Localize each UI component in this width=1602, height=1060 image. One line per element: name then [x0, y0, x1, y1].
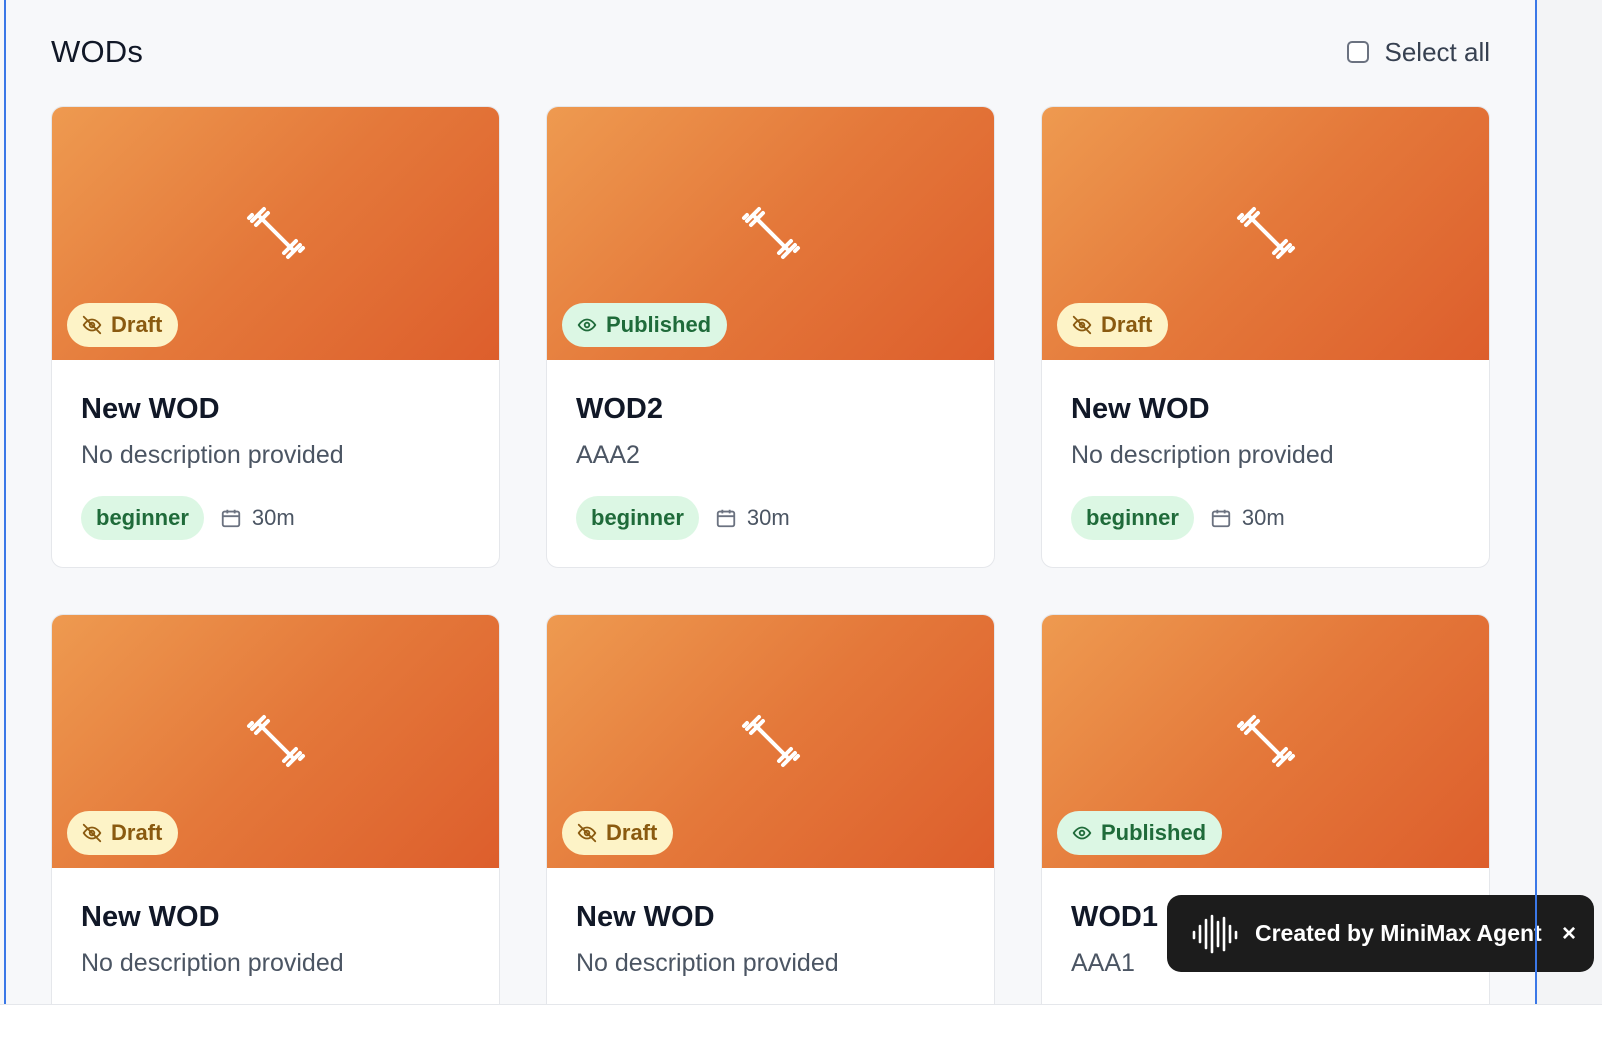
card-description: No description provided — [1071, 441, 1334, 469]
wod-card[interactable]: Draft New WOD No description provided be… — [1041, 106, 1490, 568]
bottom-bar — [0, 1004, 1602, 1060]
status-label: Draft — [1101, 312, 1153, 337]
status-badge: Published — [562, 303, 728, 347]
dumbbell-icon — [1236, 207, 1295, 259]
duration: 30m — [1210, 505, 1285, 531]
wod-grid: Draft New WOD No description provided be… — [51, 106, 1490, 1004]
card-title: WOD2 — [576, 393, 663, 425]
dumbbell-icon — [741, 207, 800, 259]
status-label: Draft — [111, 312, 163, 337]
card-title: New WOD — [1071, 393, 1210, 425]
status-badge: Draft — [67, 811, 179, 855]
dumbbell-icon — [246, 207, 305, 259]
card-hero: Draft — [1042, 107, 1489, 360]
card-description: No description provided — [81, 441, 344, 469]
frame-border-left — [4, 0, 6, 1004]
card-body: WOD2 AAA2 beginner 30m — [547, 360, 994, 540]
status-badge: Published — [1057, 811, 1223, 855]
status-badge: Draft — [67, 303, 179, 347]
select-all-label: Select all — [1384, 36, 1491, 67]
select-all-control[interactable]: Select all — [1346, 36, 1491, 68]
soundwave-icon — [1192, 914, 1238, 953]
eye-off-icon — [1071, 314, 1093, 336]
minimax-toast[interactable]: Created by MiniMax Agent × — [1167, 895, 1594, 972]
status-badge: Draft — [562, 811, 674, 855]
eye-off-icon — [576, 822, 598, 844]
card-meta: beginner 30m — [81, 496, 470, 540]
status-label: Published — [606, 312, 712, 337]
right-gutter — [1537, 0, 1602, 1004]
card-body: New WOD No description provided beginner… — [547, 868, 994, 1004]
card-hero: Draft — [52, 107, 499, 360]
duration: 30m — [220, 505, 295, 531]
status-label: Draft — [111, 820, 163, 845]
eye-off-icon — [81, 822, 103, 844]
card-hero: Published — [547, 107, 994, 360]
calendar-icon — [1211, 509, 1231, 528]
card-title: New WOD — [81, 901, 220, 933]
dumbbell-icon — [1236, 715, 1295, 767]
card-body: New WOD No description provided beginner… — [52, 868, 499, 1004]
card-body: New WOD No description provided beginner… — [1042, 360, 1489, 540]
card-title: New WOD — [81, 393, 220, 425]
level-badge: beginner — [81, 496, 204, 540]
wod-card[interactable]: Draft New WOD No description provided be… — [51, 106, 500, 568]
eye-icon — [576, 314, 598, 336]
duration-label: 30m — [746, 505, 790, 530]
calendar-icon — [221, 509, 241, 528]
dumbbell-icon — [246, 715, 305, 767]
main-content: WODs Select all Draft New WOD No descrip… — [0, 0, 1602, 1004]
card-description: AAA2 — [576, 441, 640, 469]
dumbbell-icon — [741, 715, 800, 767]
duration-label: 30m — [1241, 505, 1285, 530]
status-badge: Draft — [1057, 303, 1169, 347]
toast-text: Created by MiniMax Agent — [1255, 920, 1542, 946]
duration-label: 30m — [251, 505, 295, 530]
status-label: Published — [1101, 820, 1207, 845]
eye-off-icon — [81, 314, 103, 336]
status-label: Draft — [606, 820, 658, 845]
card-meta: beginner 30m — [1071, 496, 1460, 540]
frame-border-right — [1535, 0, 1537, 1004]
card-hero: Draft — [52, 615, 499, 868]
close-icon[interactable]: × — [1562, 920, 1576, 948]
eye-icon — [1071, 822, 1093, 844]
level-badge: beginner — [1071, 496, 1194, 540]
wod-card[interactable]: Draft New WOD No description provided be… — [546, 614, 995, 1004]
card-description: No description provided — [576, 949, 839, 977]
wod-card[interactable]: Published WOD2 AAA2 beginner 30m — [546, 106, 995, 568]
calendar-icon — [716, 509, 736, 528]
page-title: WODs — [51, 34, 144, 69]
card-meta: beginner 30m — [576, 496, 965, 540]
duration: 30m — [715, 505, 790, 531]
card-body: New WOD No description provided beginner… — [52, 360, 499, 540]
level-badge: beginner — [576, 496, 699, 540]
card-hero: Draft — [547, 615, 994, 868]
select-all-checkbox[interactable] — [1346, 41, 1369, 63]
card-title: New WOD — [576, 901, 715, 933]
card-hero: Published — [1042, 615, 1489, 868]
wod-card[interactable]: Draft New WOD No description provided be… — [51, 614, 500, 1004]
card-description: No description provided — [81, 949, 344, 977]
page-header: WODs Select all — [51, 30, 1490, 74]
